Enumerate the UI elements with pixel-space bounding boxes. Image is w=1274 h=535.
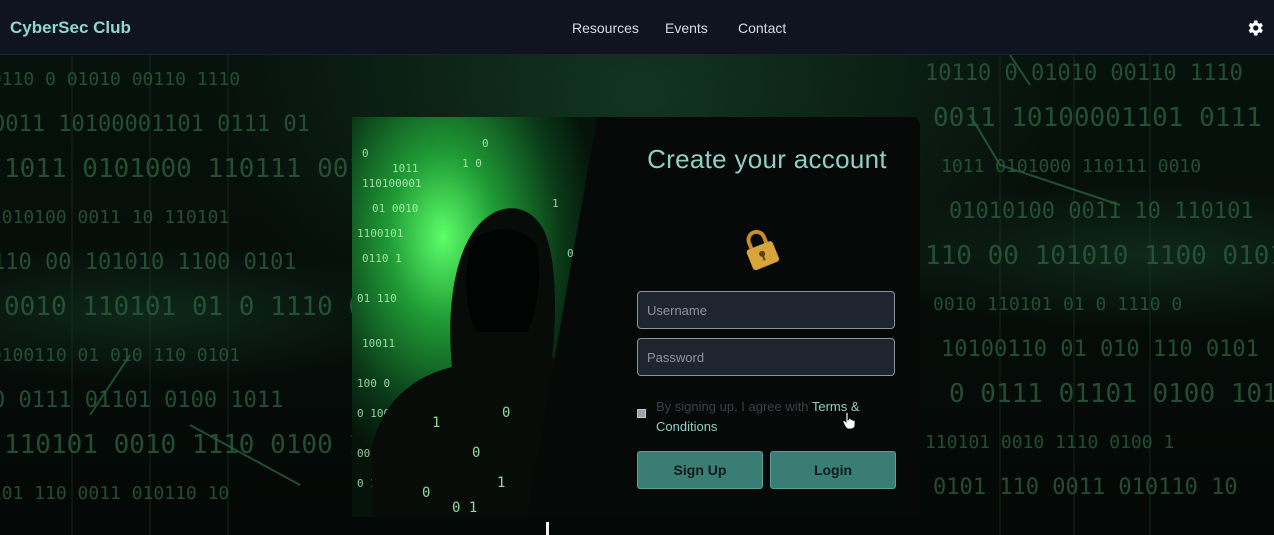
terms-checkbox[interactable] bbox=[637, 409, 646, 418]
terms-prefix-text: By signing up, I agree with bbox=[656, 399, 812, 414]
nav-link-resources[interactable]: Resources bbox=[572, 20, 639, 36]
binary-text-left: 0011 10100001101 0111 01 bbox=[0, 112, 310, 137]
nav-link-events[interactable]: Events bbox=[665, 20, 708, 36]
text-cursor bbox=[546, 522, 549, 535]
binary-text-left: 1011 0101000 110111 0010 bbox=[4, 154, 380, 184]
binary-text-left: 110 00 101010 1100 0101 bbox=[0, 250, 297, 275]
binary-text-right: 0 0111 01101 0100 1011 bbox=[949, 379, 1274, 409]
binary-text-right: 0010 110101 01 0 1110 0 bbox=[933, 294, 1182, 315]
signup-card: 0 1011 110100001 01 0010 1100101 0110 1 01 … bbox=[352, 117, 920, 517]
binary-text-left: 10100110 01 010 110 0101 bbox=[0, 345, 240, 366]
binary-text-right: 0011 10100001101 0111 01 bbox=[933, 103, 1274, 133]
login-button[interactable]: Login bbox=[770, 451, 896, 489]
hand-cursor-icon bbox=[842, 412, 856, 430]
signup-form: Create your account By signing up, I agr… bbox=[352, 117, 920, 517]
username-input[interactable] bbox=[637, 291, 895, 329]
top-navbar: CyberSec Club Resources Events Contact bbox=[0, 0, 1274, 55]
binary-text-right: 10110 0 01010 00110 1110 bbox=[925, 61, 1243, 86]
binary-text-left: 0101 110 0011 010110 10 bbox=[0, 483, 229, 504]
binary-text-right: 110 00 101010 1100 0101 bbox=[925, 241, 1274, 271]
binary-text-right: 01010100 0011 10 110101 bbox=[949, 199, 1254, 224]
binary-text-left: 0 0111 01101 0100 1011 bbox=[0, 388, 283, 413]
form-title: Create your account bbox=[647, 144, 887, 174]
binary-text-left: 0010 110101 01 0 1110 0 bbox=[4, 292, 364, 322]
binary-text-left: 10110 0 01010 00110 1110 bbox=[0, 69, 240, 90]
binary-text-right: 10100110 01 010 110 0101 bbox=[941, 337, 1259, 362]
binary-text-right: 110101 0010 1110 0100 1 bbox=[925, 432, 1174, 453]
binary-text-left: 110101 0010 1110 0100 1 bbox=[4, 430, 364, 460]
binary-text-left: 01010100 0011 10 110101 bbox=[0, 207, 229, 228]
nav-link-contact[interactable]: Contact bbox=[738, 20, 786, 36]
lock-icon bbox=[746, 229, 780, 271]
binary-text-right: 0101 110 0011 010110 10 bbox=[933, 475, 1238, 500]
brand-logo[interactable]: CyberSec Club bbox=[10, 18, 131, 38]
binary-text-right: 1011 0101000 110111 0010 bbox=[941, 156, 1201, 177]
password-input[interactable] bbox=[637, 338, 895, 376]
gear-icon[interactable] bbox=[1245, 18, 1265, 38]
sign-up-button[interactable]: Sign Up bbox=[637, 451, 763, 489]
